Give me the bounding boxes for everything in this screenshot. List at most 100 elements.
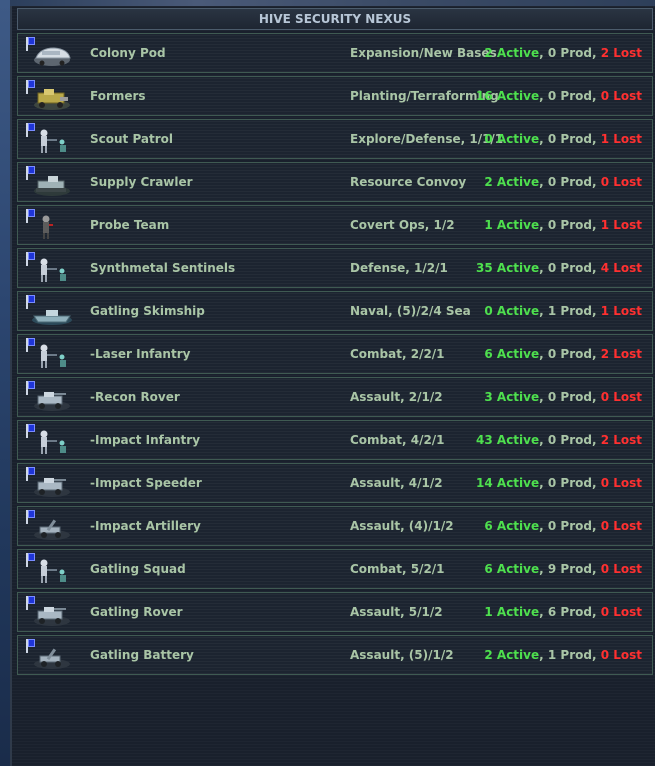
unit-row[interactable]: -Impact Artillery Assault, (4)/1/2 6 Activ… [17, 506, 653, 546]
separator: , [591, 519, 601, 533]
unit-name: Supply Crawler [90, 175, 193, 189]
separator: , [591, 562, 601, 576]
unit-role: Assault, (5)/1/2 [350, 648, 454, 662]
unit-name: Probe Team [90, 218, 170, 232]
unit-status: 43 Active, 0 Prod, 2 Lost [476, 421, 642, 459]
unit-row[interactable]: Scout Patrol Explore/Defense, 1/1/1 0 Acti… [17, 119, 653, 159]
prod-count: 0 Prod [547, 175, 592, 189]
lost-count: 0 Lost [600, 175, 642, 189]
unit-role: Naval, (5)/2/4 Sea [350, 304, 471, 318]
separator: , [539, 132, 548, 146]
active-count: 6 Active [484, 519, 540, 533]
prod-count: 6 Prod [547, 605, 592, 619]
separator: , [591, 390, 601, 404]
panel-title: HIVE SECURITY NEXUS [17, 8, 653, 30]
unit-row[interactable]: Formers Planting/Terraforming 16 Active, 0… [17, 76, 653, 116]
separator: , [539, 476, 548, 490]
prod-count: 0 Prod [547, 390, 592, 404]
unit-status: 16 Active, 0 Prod, 0 Lost [476, 77, 642, 115]
prod-count: 1 Prod [547, 304, 592, 318]
unit-row[interactable]: Synthmetal Sentinels Defense, 1/2/1 35 Act… [17, 248, 653, 288]
active-count: 0 Active [484, 304, 540, 318]
separator: , [539, 89, 548, 103]
prod-count: 0 Prod [547, 519, 592, 533]
security-nexus-panel: HIVE SECURITY NEXUS Colony Pod Expansion/… [10, 6, 655, 766]
lost-count: 0 Lost [600, 648, 642, 662]
unit-row[interactable]: -Impact Infantry Combat, 4/2/1 43 Active, … [17, 420, 653, 460]
unit-row[interactable]: Probe Team Covert Ops, 1/2 1 Active, 0 Pro… [17, 205, 653, 245]
unit-role: Defense, 1/2/1 [350, 261, 448, 275]
lost-count: 2 Lost [600, 347, 642, 361]
separator: , [539, 433, 548, 447]
prod-count: 0 Prod [547, 433, 592, 447]
crawler-icon [30, 171, 74, 197]
unit-name: -Impact Infantry [90, 433, 201, 447]
prod-count: 0 Prod [547, 476, 592, 490]
separator: , [591, 648, 601, 662]
unit-role: Assault, (4)/1/2 [350, 519, 454, 533]
separator: , [539, 46, 548, 60]
unit-status: 0 Active, 1 Prod, 1 Lost [484, 292, 642, 330]
separator: , [591, 175, 601, 189]
separator: , [539, 218, 548, 232]
prod-count: 0 Prod [547, 347, 592, 361]
separator: , [591, 605, 601, 619]
infantry-icon [30, 257, 74, 283]
skimship-icon [30, 300, 74, 326]
background-map-edge [0, 0, 10, 766]
separator: , [591, 132, 601, 146]
lost-count: 0 Lost [600, 390, 642, 404]
separator: , [591, 433, 601, 447]
lost-count: 2 Lost [600, 433, 642, 447]
unit-row[interactable]: Gatling Skimship Naval, (5)/2/4 Sea 0 Acti… [17, 291, 653, 331]
unit-name: Gatling Rover [90, 605, 183, 619]
unit-status: 2 Active, 0 Prod, 2 Lost [484, 34, 642, 72]
active-count: 2 Active [484, 46, 540, 60]
active-count: 14 Active [476, 476, 540, 490]
unit-status: 6 Active, 9 Prod, 0 Lost [484, 550, 642, 588]
separator: , [591, 304, 601, 318]
unit-status: 2 Active, 0 Prod, 0 Lost [484, 163, 642, 201]
unit-name: -Impact Speeder [90, 476, 202, 490]
unit-role: Covert Ops, 1/2 [350, 218, 455, 232]
colony-pod-icon [30, 42, 74, 68]
prod-count: 1 Prod [547, 648, 592, 662]
unit-row[interactable]: Colony Pod Expansion/New Bases 2 Active, 0… [17, 33, 653, 73]
unit-row[interactable]: Gatling Battery Assault, (5)/1/2 2 Active,… [17, 635, 653, 675]
active-count: 43 Active [476, 433, 540, 447]
rover-icon [30, 386, 74, 412]
lost-count: 4 Lost [600, 261, 642, 275]
unit-name: -Laser Infantry [90, 347, 191, 361]
active-count: 0 Active [484, 132, 540, 146]
infantry-icon [30, 128, 74, 154]
unit-role: Combat, 5/2/1 [350, 562, 445, 576]
separator: , [539, 390, 548, 404]
unit-name: Gatling Battery [90, 648, 194, 662]
active-count: 1 Active [484, 605, 540, 619]
lost-count: 1 Lost [600, 132, 642, 146]
separator: , [539, 648, 548, 662]
unit-name: Colony Pod [90, 46, 166, 60]
separator: , [591, 218, 601, 232]
active-count: 1 Active [484, 218, 540, 232]
lost-count: 0 Lost [600, 605, 642, 619]
infantry-icon [30, 558, 74, 584]
prod-count: 0 Prod [547, 89, 592, 103]
separator: , [539, 605, 548, 619]
unit-name: -Impact Artillery [90, 519, 201, 533]
unit-status: 1 Active, 0 Prod, 1 Lost [484, 206, 642, 244]
artillery-icon [30, 644, 74, 670]
unit-status: 1 Active, 6 Prod, 0 Lost [484, 593, 642, 631]
separator: , [591, 347, 601, 361]
active-count: 2 Active [484, 648, 540, 662]
unit-status: 14 Active, 0 Prod, 0 Lost [476, 464, 642, 502]
active-count: 2 Active [484, 175, 540, 189]
unit-row[interactable]: -Laser Infantry Combat, 2/2/1 6 Active, 0 … [17, 334, 653, 374]
unit-status: 0 Active, 0 Prod, 1 Lost [484, 120, 642, 158]
unit-row[interactable]: Gatling Rover Assault, 5/1/2 1 Active, 6 P… [17, 592, 653, 632]
unit-role: Assault, 4/1/2 [350, 476, 443, 490]
unit-row[interactable]: -Recon Rover Assault, 2/1/2 3 Active, 0 Pr… [17, 377, 653, 417]
unit-row[interactable]: Supply Crawler Resource Convoy 2 Active, 0… [17, 162, 653, 202]
unit-row[interactable]: -Impact Speeder Assault, 4/1/2 14 Active, … [17, 463, 653, 503]
unit-row[interactable]: Gatling Squad Combat, 5/2/1 6 Active, 9 Pr… [17, 549, 653, 589]
